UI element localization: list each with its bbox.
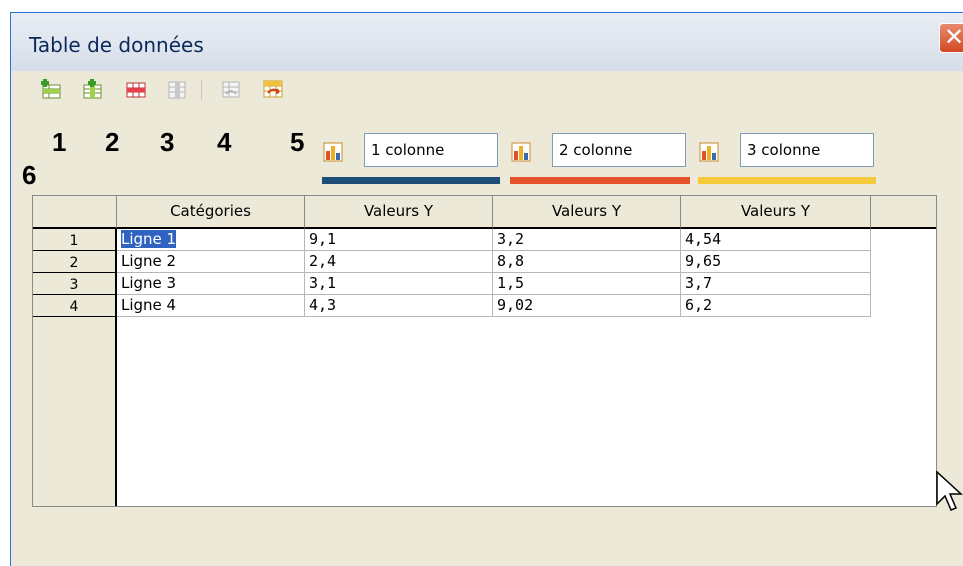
series-color-bar (698, 177, 876, 184)
table-cell[interactable]: 3,1 (305, 273, 493, 295)
series-header-2: 2 colonne (510, 133, 690, 193)
table-cell[interactable]: 3,2 (493, 229, 681, 251)
marker-3: 3 (160, 127, 175, 157)
row-header[interactable]: 4 (33, 295, 117, 317)
bar-chart-icon (699, 142, 719, 162)
insert-row-icon (41, 79, 61, 99)
series-name-input[interactable]: 3 colonne (740, 133, 874, 167)
row-header[interactable]: 1 (33, 229, 117, 251)
table-cell[interactable]: Ligne 3 (117, 273, 305, 295)
marker-5: 5 (290, 127, 305, 157)
delete-row-icon (126, 82, 146, 98)
delete-column-button[interactable] (166, 78, 188, 100)
table-cell[interactable]: Ligne 1 (117, 229, 305, 251)
delete-column-icon (168, 81, 186, 99)
table-cell[interactable]: 9,02 (493, 295, 681, 317)
move-column-icon (222, 81, 240, 98)
column-header-categories[interactable]: Catégories (117, 196, 305, 229)
row-header-empty-area (33, 317, 117, 506)
dialog-title: Table de données (29, 33, 204, 57)
table-cell[interactable]: 9,1 (305, 229, 493, 251)
data-grid[interactable]: Catégories Valeurs Y Valeurs Y Valeurs Y… (32, 195, 937, 507)
insert-row-button[interactable] (40, 78, 62, 100)
table-cell[interactable]: 8,8 (493, 251, 681, 273)
marker-4: 4 (217, 127, 232, 157)
series-color-bar (510, 177, 690, 184)
series-header-3: 3 colonne (698, 133, 876, 193)
table-cell[interactable]: 3,7 (681, 273, 871, 295)
bar-chart-icon (323, 142, 343, 162)
marker-6: 6 (22, 160, 37, 190)
column-header-series-1[interactable]: Valeurs Y (305, 196, 493, 229)
series-header-1: 1 colonne (322, 133, 500, 193)
mouse-pointer-icon (936, 470, 963, 511)
series-name-input[interactable]: 2 colonne (552, 133, 686, 167)
column-header-series-2[interactable]: Valeurs Y (493, 196, 681, 229)
table-cell[interactable]: Ligne 2 (117, 251, 305, 273)
move-column-button[interactable] (220, 78, 242, 100)
move-row-icon (263, 80, 283, 98)
toolbar-separator (201, 80, 202, 100)
row-header[interactable]: 3 (33, 273, 117, 295)
column-header-empty (871, 196, 936, 229)
insert-column-button[interactable] (81, 78, 103, 100)
column-header-series-3[interactable]: Valeurs Y (681, 196, 871, 229)
table-cell[interactable]: 6,2 (681, 295, 871, 317)
close-button[interactable]: ✕ (939, 23, 963, 53)
row-header[interactable]: 2 (33, 251, 117, 273)
title-bar[interactable]: Table de données ✕ (11, 13, 963, 71)
table-cell[interactable]: 9,65 (681, 251, 871, 273)
marker-2: 2 (105, 127, 120, 157)
series-color-bar (322, 177, 500, 184)
marker-1: 1 (52, 127, 67, 157)
series-name-input[interactable]: 1 colonne (364, 133, 498, 167)
table-cell[interactable]: 4,3 (305, 295, 493, 317)
selected-cell-text: Ligne 1 (121, 230, 177, 248)
corner-header-cell[interactable] (33, 196, 117, 229)
insert-column-icon (83, 79, 102, 99)
table-cell[interactable]: 2,4 (305, 251, 493, 273)
table-cell[interactable]: 4,54 (681, 229, 871, 251)
table-cell[interactable]: 1,5 (493, 273, 681, 295)
move-row-button[interactable] (262, 78, 284, 100)
delete-row-button[interactable] (125, 78, 147, 100)
bar-chart-icon (511, 142, 531, 162)
table-cell[interactable]: Ligne 4 (117, 295, 305, 317)
